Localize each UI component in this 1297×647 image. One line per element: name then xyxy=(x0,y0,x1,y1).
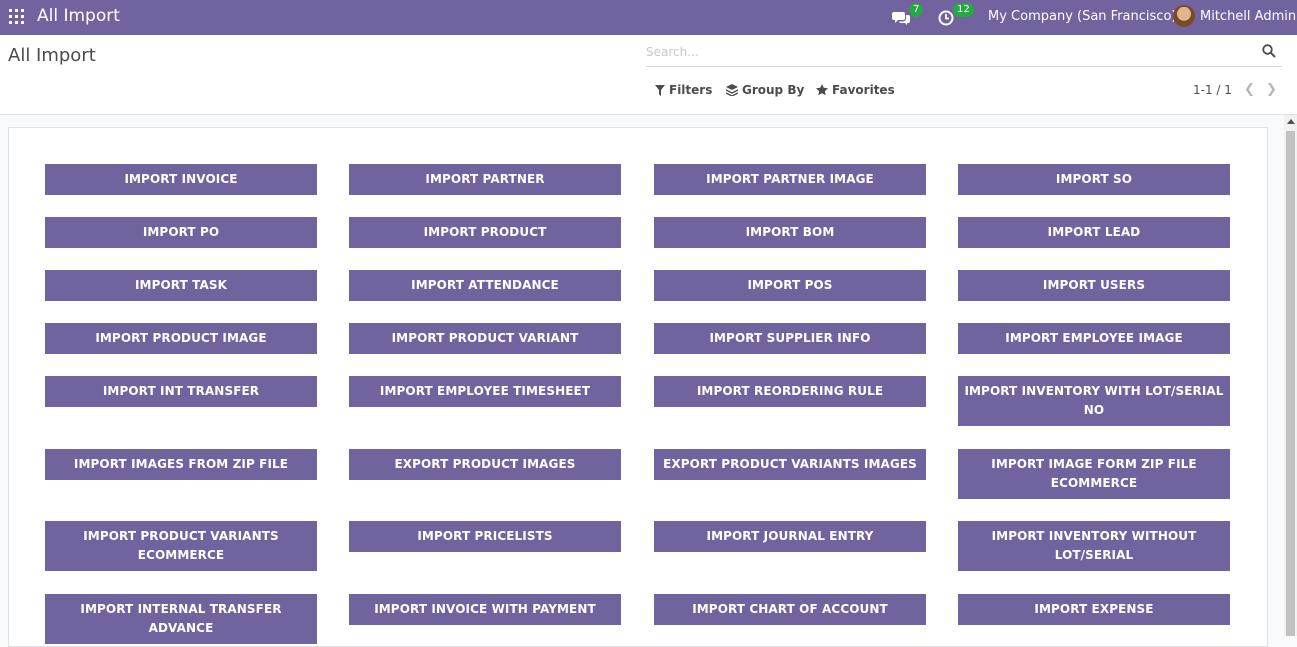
import-button[interactable]: IMPORT BOM xyxy=(654,217,926,248)
company-switcher[interactable]: My Company (San Francisco) xyxy=(988,9,1176,24)
star-icon xyxy=(816,84,828,96)
import-button[interactable]: IMPORT POS xyxy=(654,270,926,301)
import-button[interactable]: IMPORT EXPENSE xyxy=(958,594,1230,625)
import-button[interactable]: EXPORT PRODUCT IMAGES xyxy=(349,449,621,480)
chat-bubbles-icon xyxy=(892,11,910,25)
search-icon[interactable] xyxy=(1262,44,1276,58)
import-buttons-panel: IMPORT INVOICE IMPORT PARTNER IMPORT PARTN… xyxy=(8,127,1268,647)
import-button[interactable]: IMPORT PRODUCT VARIANTS ECOMMERCE xyxy=(45,521,317,571)
import-button[interactable]: IMPORT CHART OF ACCOUNT xyxy=(654,594,926,625)
import-button[interactable]: IMPORT INVOICE WITH PAYMENT xyxy=(349,594,621,625)
import-button[interactable]: IMPORT INTERNAL TRANSFER ADVANCE xyxy=(45,594,317,644)
favorites-label: Favorites xyxy=(832,83,895,97)
import-button[interactable]: IMPORT PRODUCT xyxy=(349,217,621,248)
import-button[interactable]: IMPORT JOURNAL ENTRY xyxy=(654,521,926,552)
filters-button[interactable]: Filters xyxy=(655,83,712,97)
import-button[interactable]: IMPORT USERS xyxy=(958,270,1230,301)
breadcrumb: All Import xyxy=(8,45,96,66)
import-button[interactable]: EXPORT PRODUCT VARIANTS IMAGES xyxy=(654,449,926,480)
layers-icon xyxy=(726,84,738,96)
app-title[interactable]: All Import xyxy=(37,6,120,26)
import-button[interactable]: IMPORT PO xyxy=(45,217,317,248)
import-button[interactable]: IMPORT IMAGE FORM ZIP FILE ECOMMERCE xyxy=(958,449,1230,499)
favorites-button[interactable]: Favorites xyxy=(816,83,895,97)
import-button[interactable]: IMPORT TASK xyxy=(45,270,317,301)
import-button[interactable]: IMPORT PRICELISTS xyxy=(349,521,621,552)
import-button[interactable]: IMPORT EMPLOYEE IMAGE xyxy=(958,323,1230,354)
scrollbar-thumb[interactable] xyxy=(1286,131,1295,636)
import-button[interactable]: IMPORT INVOICE xyxy=(45,164,317,195)
pager-next-icon[interactable]: ❯ xyxy=(1266,82,1277,97)
import-button[interactable]: IMPORT PARTNER xyxy=(349,164,621,195)
activity-count-badge: 12 xyxy=(953,3,974,17)
import-button[interactable]: IMPORT REORDERING RULE xyxy=(654,376,926,407)
filters-label: Filters xyxy=(669,83,713,97)
apps-menu-icon[interactable] xyxy=(9,9,24,24)
vertical-scrollbar[interactable] xyxy=(1284,115,1297,636)
control-panel: All Import Filters Group By Favorites 1-… xyxy=(0,35,1297,115)
top-navbar: All Import 7 12 My Company (San Francisc… xyxy=(0,0,1297,35)
user-avatar[interactable] xyxy=(1173,5,1195,27)
import-button[interactable]: IMPORT LEAD xyxy=(958,217,1230,248)
pager-previous-icon[interactable]: ❮ xyxy=(1244,82,1255,97)
user-menu[interactable]: Mitchell Admin xyxy=(1200,9,1296,24)
chat-count-badge: 7 xyxy=(909,3,924,17)
pager-value[interactable]: 1-1 / 1 xyxy=(1193,83,1232,97)
group-by-label: Group By xyxy=(742,83,805,97)
import-button[interactable]: IMPORT EMPLOYEE TIMESHEET xyxy=(349,376,621,407)
group-by-button[interactable]: Group By xyxy=(726,83,804,97)
search-box xyxy=(646,41,1282,67)
import-button[interactable]: IMPORT PRODUCT VARIANT xyxy=(349,323,621,354)
import-button[interactable]: IMPORT INVENTORY WITHOUT LOT/SERIAL xyxy=(958,521,1230,571)
import-button[interactable]: IMPORT SUPPLIER INFO xyxy=(654,323,926,354)
import-button[interactable]: IMPORT INT TRANSFER xyxy=(45,376,317,407)
import-button[interactable]: IMPORT IMAGES FROM ZIP FILE xyxy=(45,449,317,480)
search-input[interactable] xyxy=(646,45,1246,59)
filter-icon xyxy=(655,84,665,96)
clock-icon xyxy=(938,10,954,25)
scroll-up-arrow-icon[interactable] xyxy=(1287,119,1295,124)
chat-icon[interactable] xyxy=(892,0,912,35)
import-button[interactable]: IMPORT INVENTORY WITH LOT/SERIAL NO xyxy=(958,376,1230,426)
import-button[interactable]: IMPORT SO xyxy=(958,164,1230,195)
import-button[interactable]: IMPORT ATTENDANCE xyxy=(349,270,621,301)
import-button[interactable]: IMPORT PARTNER IMAGE xyxy=(654,164,926,195)
import-button[interactable]: IMPORT PRODUCT IMAGE xyxy=(45,323,317,354)
